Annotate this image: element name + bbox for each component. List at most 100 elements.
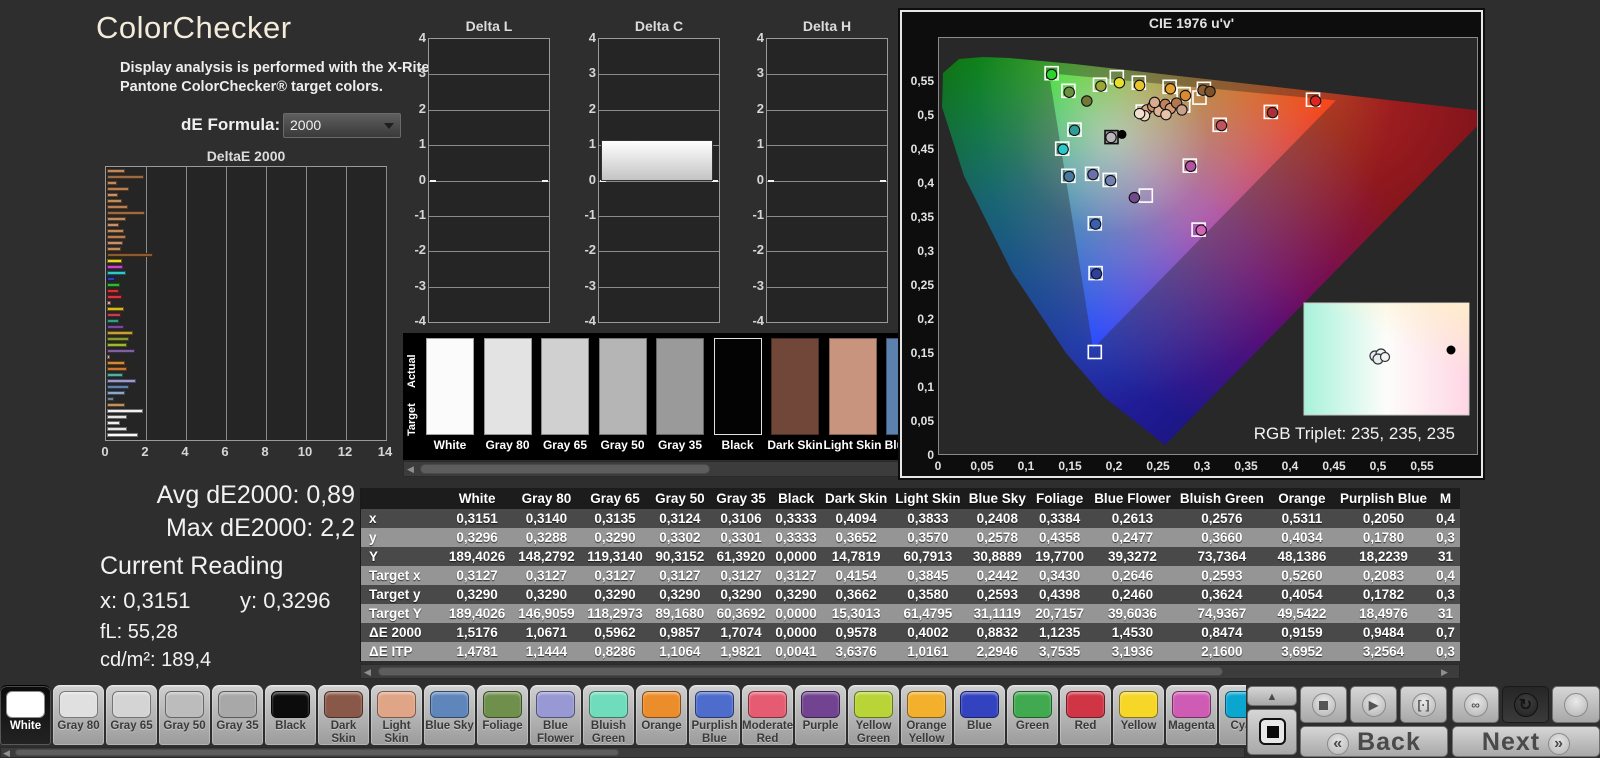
table-cell: 1,1235 (1030, 623, 1089, 642)
patch-color-swatch (536, 691, 575, 718)
scroll-left-icon[interactable]: ◀ (364, 667, 371, 678)
table-cell: 0,9484 (1336, 623, 1431, 642)
table-cell: 0,3290 (581, 585, 649, 604)
patch-button-gray-65[interactable]: Gray 65 (106, 685, 157, 745)
scrollbar-thumb[interactable] (420, 464, 710, 474)
next-button[interactable]: Next » (1452, 726, 1600, 757)
collapse-panel-button[interactable]: ▲ (1247, 686, 1297, 706)
table-cell: 61,4795 (891, 604, 964, 623)
table-cell: 0,3151 (442, 509, 511, 528)
stop-button[interactable] (1300, 686, 1347, 723)
axis-tick-label: 0 (95, 444, 115, 459)
patch-button-yellow[interactable]: Yellow (1113, 685, 1164, 745)
patch-button-orange-yellow[interactable]: Orange Yellow (901, 685, 952, 745)
deltae-bar (107, 277, 115, 281)
patch-color-swatch (642, 691, 681, 718)
table-cell: 0,9159 (1268, 623, 1336, 642)
table-row: ΔE 20001,51761,06710,59620,98571,70740,0… (361, 623, 1460, 642)
patch-button-bluish-green[interactable]: Bluish Green (583, 685, 634, 745)
table-cell: 0,3662 (821, 585, 891, 604)
table-cell: 1,1064 (649, 642, 711, 661)
axis-tick-label: 2 (748, 101, 764, 116)
grid-line (429, 287, 549, 288)
dl-chart-plot-area (428, 38, 550, 323)
deltae-bar (107, 367, 127, 371)
deltae-bar (107, 253, 153, 257)
axis-tick-label: 3 (748, 65, 764, 80)
patch-button-gray-35[interactable]: Gray 35 (212, 685, 263, 745)
patch-button-light-skin[interactable]: Light Skin (371, 685, 422, 745)
window-size-button[interactable]: [·] (1400, 686, 1447, 723)
stop-measure-button[interactable] (1247, 709, 1297, 755)
patch-button-blue[interactable]: Blue (954, 685, 1005, 745)
table-cell: 0,3127 (771, 566, 821, 585)
patch-button-label: Gray 80 (53, 720, 104, 733)
target-row-label: Target (406, 422, 418, 436)
patch-button-purple[interactable]: Purple (795, 685, 846, 745)
de-formula-dropdown[interactable]: 2000 (283, 113, 401, 138)
axis-tick-label: -4 (580, 313, 596, 328)
deltae-bar (107, 427, 127, 431)
grid-line (599, 287, 719, 288)
table-cell: 0,3106 (711, 509, 771, 528)
table-cell: 148,2792 (512, 547, 581, 566)
blank-control-button[interactable] (1552, 686, 1600, 723)
patch-bar-scrollbar[interactable]: ◀ (0, 747, 1245, 758)
patch-button-green[interactable]: Green (1007, 685, 1058, 745)
back-button[interactable]: « Back (1300, 726, 1448, 757)
patch-button-cyan[interactable]: Cyan (1219, 685, 1246, 745)
patch-button-moderate-red[interactable]: Moderate Red (742, 685, 793, 745)
deltae-bar (107, 421, 120, 425)
deltae-bar (107, 259, 122, 263)
patch-button-gray-50[interactable]: Gray 50 (159, 685, 210, 745)
patch-button-dark-skin[interactable]: Dark Skin (318, 685, 369, 745)
scroll-right-icon[interactable]: ▶ (1441, 667, 1448, 678)
table-cell: 60,3692 (711, 604, 771, 623)
scroll-left-icon[interactable]: ◀ (3, 748, 10, 758)
grid-line (767, 181, 887, 182)
patch-button-label: Moderate Red (742, 720, 793, 745)
cie-measured-point (1091, 269, 1101, 279)
column-header: Gray 80 (512, 488, 581, 509)
table-cell: 0,2083 (1336, 566, 1431, 585)
patch-button-yellow-green[interactable]: Yellow Green (848, 685, 899, 745)
patch-button-blue-sky[interactable]: Blue Sky (424, 685, 475, 745)
delta-h-chart: Delta H43210-1-2-3-4 (748, 18, 908, 348)
patch-button-red[interactable]: Red (1060, 685, 1111, 745)
deltae-bar (107, 295, 122, 299)
scrollbar-thumb[interactable] (378, 667, 1223, 676)
patch-button-white[interactable]: White (0, 685, 51, 745)
table-cell: 0,3296 (442, 528, 511, 547)
axis-tick-label: 0,45 (1312, 459, 1356, 473)
axis-tick-label: 0,15 (904, 346, 934, 360)
actual-target-swatch-strip: Actual Target WhiteGray 80Gray 65Gray 50… (403, 333, 920, 460)
scroll-left-icon[interactable]: ◀ (407, 464, 414, 475)
deltae-bar (107, 301, 111, 305)
table-cell: 0,3580 (891, 585, 964, 604)
patch-button-gray-80[interactable]: Gray 80 (53, 685, 104, 745)
table-cell: 14,7819 (821, 547, 891, 566)
axis-tick-label: 6 (215, 444, 235, 459)
deltae-bar (107, 247, 121, 251)
swatch-strip-scrollbar[interactable]: ◀ ▶ (403, 461, 920, 477)
page-description: Display analysis is performed with the X… (120, 59, 450, 97)
patch-color-swatch (59, 691, 98, 718)
axis-tick-label: 0,4 (904, 176, 934, 190)
deltae-bar (107, 271, 126, 275)
patch-button-blue-flower[interactable]: Blue Flower (530, 685, 581, 745)
patch-button-purplish-blue[interactable]: Purplish Blue (689, 685, 740, 745)
grid-line (186, 167, 187, 440)
scrollbar-thumb[interactable] (15, 749, 619, 756)
patch-button-magenta[interactable]: Magenta (1166, 685, 1217, 745)
table-cell: 0,4034 (1268, 528, 1336, 547)
deltae-bar (107, 175, 144, 179)
patch-button-black[interactable]: Black (265, 685, 316, 745)
cie-measured-point (1088, 169, 1098, 179)
refresh-button-active[interactable]: ↻ (1502, 686, 1549, 723)
play-button[interactable]: ▶ (1350, 686, 1397, 723)
continuous-loop-button[interactable]: ∞ (1452, 686, 1499, 723)
patch-button-orange[interactable]: Orange (636, 685, 687, 745)
axis-tick-label: 0,05 (904, 414, 934, 428)
patch-button-foliage[interactable]: Foliage (477, 685, 528, 745)
table-scrollbar[interactable]: ◀ ▶ (360, 664, 1460, 679)
